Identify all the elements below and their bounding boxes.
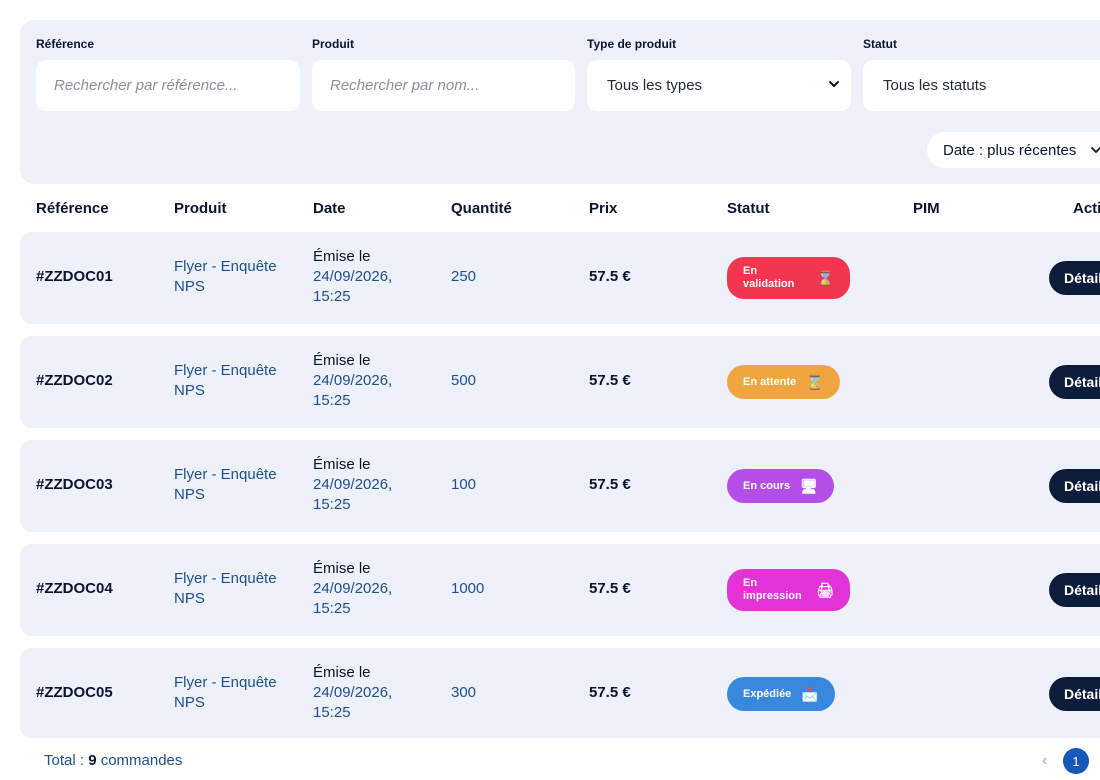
table-row: #ZZDOC04 Flyer - Enquête NPS Émise le 24/… [20,544,1100,636]
details-button[interactable]: Détails [1049,261,1100,295]
product-link[interactable]: Flyer - Enquête NPS [174,569,294,609]
product-link[interactable]: Flyer - Enquête NPS [174,361,294,401]
status-badge: Expédiée 📩 [727,677,835,711]
hourglass-icon: ⌛ [806,373,824,390]
table-header: Référence Produit Date Quantité Prix Sta… [0,200,1100,222]
order-quantity: 1000 [451,580,485,597]
product-search-input[interactable] [328,76,575,95]
details-button[interactable]: Détails [1049,677,1100,711]
header-date: Date [313,200,346,217]
header-quantity: Quantité [451,200,512,217]
reference-search-field[interactable] [36,60,300,111]
chevron-down-icon [829,81,839,87]
header-price: Prix [589,200,618,217]
reference-search-input[interactable] [52,76,300,95]
status-filter-label: Statut [863,37,897,51]
order-reference: #ZZDOC04 [36,580,113,597]
filter-panel: Référence Produit Type de produit Tous l… [20,20,1100,184]
reference-filter-label: Référence [36,37,95,51]
table-row: #ZZDOC01 Flyer - Enquête NPS Émise le 24/… [20,232,1100,324]
table-row: #ZZDOC03 Flyer - Enquête NPS Émise le 24/… [20,440,1100,532]
status-select-value: Tous les statuts [883,77,987,94]
order-quantity: 500 [451,372,477,389]
order-date: Émise le 24/09/2026, 15:25 [313,248,393,305]
details-button[interactable]: Détails [1049,469,1100,503]
header-actions: Acti [1073,200,1100,217]
chevron-down-icon [1091,147,1100,153]
hourglass-icon: ⌛ [816,269,834,286]
order-date: Émise le 24/09/2026, 15:25 [313,456,393,513]
status-badge: En attente ⌛ [727,365,840,399]
details-button[interactable]: Détails [1049,573,1100,607]
order-quantity: 100 [451,476,477,493]
type-select[interactable]: Tous les types [587,60,851,111]
product-filter-label: Produit [312,37,354,51]
page-1-button[interactable]: 1 [1063,748,1089,774]
header-product: Produit [174,200,227,217]
sort-label: Date : plus récentes [943,141,1077,159]
order-date: Émise le 24/09/2026, 15:25 [313,664,393,721]
order-reference: #ZZDOC02 [36,372,113,389]
order-date: Émise le 24/09/2026, 15:25 [313,560,393,617]
sort-dropdown[interactable]: Date : plus récentes [927,132,1100,168]
order-quantity: 300 [451,684,477,701]
order-price: 57.5 € [589,372,631,389]
header-pim: PIM [913,200,940,217]
product-link[interactable]: Flyer - Enquête NPS [174,673,294,713]
details-button[interactable]: Détails [1049,365,1100,399]
total-count: Total : 9 commandes [44,752,183,769]
status-badge: En validation ⌛ [727,257,850,299]
status-badge: En cours 🖥 [727,469,834,503]
order-quantity: 250 [451,268,477,285]
type-select-value: Tous les types [607,77,703,94]
order-reference: #ZZDOC01 [36,268,113,285]
order-reference: #ZZDOC03 [36,476,113,493]
header-status: Statut [727,200,770,217]
type-filter-label: Type de produit [587,37,677,51]
product-link[interactable]: Flyer - Enquête NPS [174,465,294,505]
order-date: Émise le 24/09/2026, 15:25 [313,352,393,409]
order-price: 57.5 € [589,476,631,493]
envelope-icon: 📩 [801,685,819,702]
status-select[interactable]: Tous les statuts [863,60,1100,111]
table-row: #ZZDOC05 Flyer - Enquête NPS Émise le 24/… [20,648,1100,738]
order-price: 57.5 € [589,684,631,701]
product-link[interactable]: Flyer - Enquête NPS [174,257,294,297]
order-price: 57.5 € [589,580,631,597]
table-row: #ZZDOC02 Flyer - Enquête NPS Émise le 24/… [20,336,1100,428]
header-reference: Référence [36,200,109,217]
product-search-field[interactable] [312,60,575,111]
previous-page-button[interactable]: ‹ [1042,752,1047,770]
printer-icon: 🖨 [816,581,834,598]
order-reference: #ZZDOC05 [36,684,113,701]
computer-icon: 🖥 [800,477,818,494]
status-badge: En impression 🖨 [727,569,850,611]
order-price: 57.5 € [589,268,631,285]
